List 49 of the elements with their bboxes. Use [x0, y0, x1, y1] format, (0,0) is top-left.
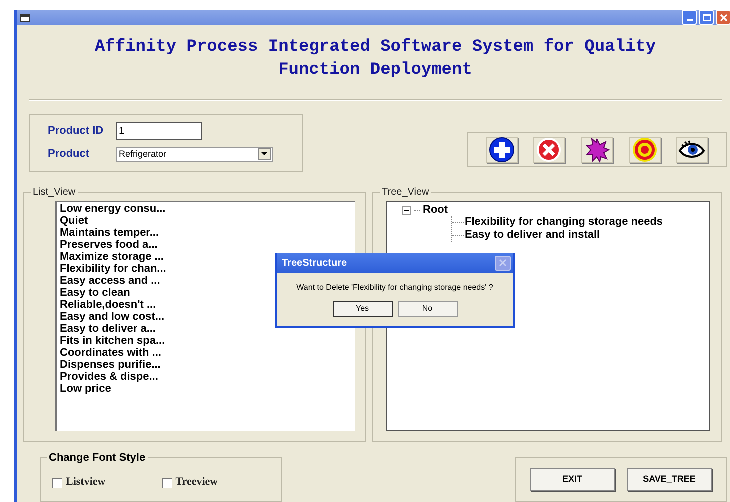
toolbar-button[interactable]: [580, 136, 613, 162]
dialog-message: Want to Delete 'Flexibility for changing storage needs' ?: [296, 282, 494, 294]
list-item[interactable]: Quiet: [60, 215, 88, 227]
list-item[interactable]: Maximize storage ...: [60, 251, 164, 263]
maximize-button[interactable]: [699, 10, 714, 25]
group-title: List_View: [31, 185, 78, 200]
list-item[interactable]: Flexibility for chan...: [60, 263, 166, 275]
font-style-checkbox[interactable]: Listview: [52, 474, 106, 491]
plus-icon: [488, 136, 515, 162]
toolbar-button[interactable]: [676, 136, 708, 162]
list-item[interactable]: Easy to clean: [60, 287, 130, 299]
group-title: Tree_View: [380, 185, 432, 200]
list-item[interactable]: Coordinates with ...: [60, 347, 162, 359]
product-id-field[interactable]: 1: [116, 122, 202, 140]
close-icon: [499, 259, 507, 267]
dialog-button[interactable]: No: [398, 301, 458, 317]
dialog-button[interactable]: Yes: [332, 301, 392, 317]
tree-node[interactable]: Easy to deliver and install: [464, 229, 600, 242]
list-item[interactable]: Easy and low cost...: [60, 311, 165, 323]
list-item[interactable]: Low price: [60, 383, 112, 395]
window-title: Affinity Process Integrated Software System for Quality Function Deployment: [94, 37, 658, 82]
group-title: Change Font Style: [47, 450, 148, 466]
tree-node[interactable]: Flexibility for changing storage needs: [464, 216, 664, 229]
collapse-icon[interactable]: [402, 206, 411, 214]
target-icon: [632, 136, 658, 162]
action-button[interactable]: EXIT: [530, 468, 615, 491]
toolbar-button[interactable]: [486, 136, 518, 162]
list-item[interactable]: Easy access and ...: [60, 275, 160, 287]
close-icon: [536, 136, 562, 162]
minimize-button[interactable]: [682, 10, 697, 25]
product-label: Product: [48, 147, 91, 162]
product-dropdown[interactable]: Refrigerator: [116, 146, 273, 162]
list-item[interactable]: Provides & dispe...: [60, 371, 158, 383]
tree-node[interactable]: Root: [423, 204, 448, 216]
list-item[interactable]: Maintains temper...: [60, 227, 160, 239]
list-item[interactable]: Preserves food a...: [60, 239, 158, 251]
dialog-title: TreeStructure: [282, 256, 348, 270]
app-icon: [20, 14, 30, 22]
close-icon: [720, 14, 728, 22]
list-item[interactable]: Fits in kitchen spa...: [60, 335, 166, 347]
list-item[interactable]: Low energy consu...: [60, 203, 166, 215]
list-item[interactable]: Reliable,doesn't ...: [60, 299, 156, 311]
font-style-checkbox[interactable]: Treeview: [162, 474, 218, 491]
list-item[interactable]: Easy to deliver a...: [60, 323, 156, 335]
starburst-icon: [584, 136, 610, 162]
product-id-label: Product ID: [48, 124, 105, 139]
action-button[interactable]: SAVE_TREE: [627, 468, 712, 491]
list-item[interactable]: Dispenses purifie...: [60, 359, 161, 371]
close-button[interactable]: [495, 256, 511, 270]
